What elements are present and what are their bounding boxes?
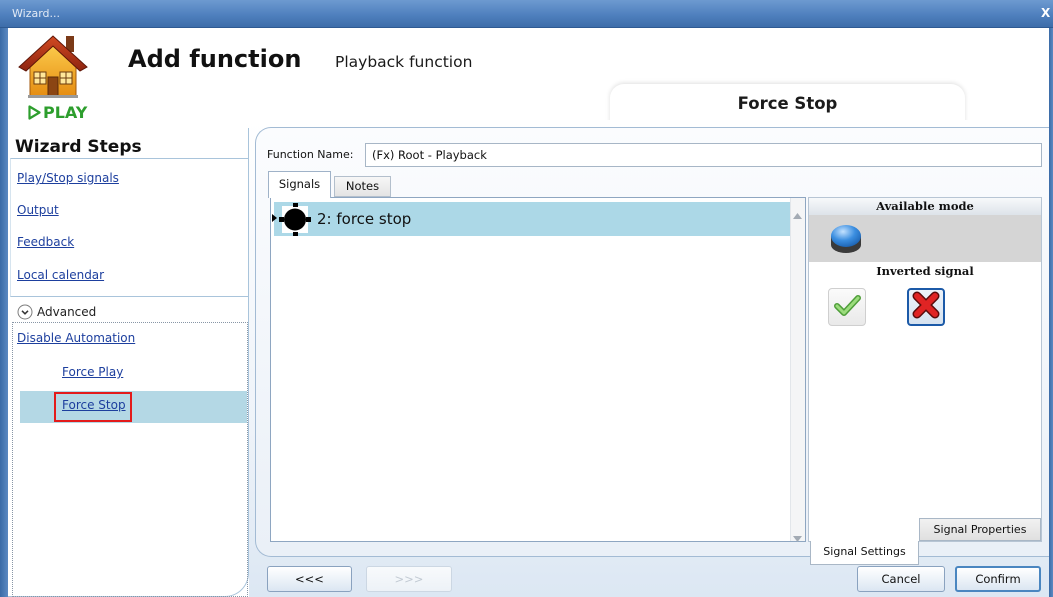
- step-link-local-calendar[interactable]: Local calendar: [17, 267, 104, 283]
- back-button[interactable]: <<<: [267, 566, 352, 592]
- page-title: Add function: [128, 45, 302, 73]
- function-name-input[interactable]: [365, 143, 1042, 167]
- step-link-disable-automation[interactable]: Disable Automation: [17, 330, 135, 346]
- signal-label: 2: force stop: [317, 210, 412, 228]
- signal-list-scrollbar[interactable]: [790, 198, 805, 541]
- scroll-up-arrow-icon[interactable]: [793, 204, 802, 219]
- cross-icon: [910, 289, 942, 325]
- tab-signal-settings[interactable]: Signal Settings: [810, 541, 919, 565]
- step-link-play-stop-signals[interactable]: Play/Stop signals: [17, 170, 119, 186]
- signal-list[interactable]: [270, 197, 806, 542]
- step-link-output[interactable]: Output: [17, 202, 59, 218]
- step-link-feedback[interactable]: Feedback: [17, 234, 74, 250]
- logo-text: PLAY: [43, 103, 88, 122]
- close-icon[interactable]: X: [1041, 6, 1050, 20]
- cancel-button[interactable]: Cancel: [857, 566, 945, 592]
- inverted-option[interactable]: [907, 288, 945, 326]
- chevron-down-circle-icon[interactable]: [17, 304, 33, 320]
- current-step-title: Force Stop: [737, 94, 838, 113]
- window-frame-right: [1049, 28, 1053, 597]
- expand-arrow-icon[interactable]: [272, 214, 277, 222]
- wizard-steps-heading: Wizard Steps: [15, 137, 142, 157]
- tab-signal-properties[interactable]: Signal Properties: [919, 518, 1041, 541]
- check-icon: [830, 288, 864, 326]
- available-mode-heading: Available mode: [809, 198, 1041, 215]
- signal-input-icon: [279, 203, 311, 236]
- scroll-down-arrow-icon[interactable]: [793, 527, 802, 542]
- advanced-steps-list: [12, 322, 248, 597]
- title-bar[interactable]: [0, 0, 1053, 28]
- inverted-signal-heading: Inverted signal: [876, 264, 974, 278]
- window-title: Wizard...: [12, 7, 61, 20]
- page-subtitle: Playback function: [335, 53, 473, 71]
- window-frame-left: [0, 28, 8, 597]
- next-button[interactable]: >>>: [366, 566, 452, 592]
- house-logo-icon: [16, 30, 90, 100]
- step-link-force-play[interactable]: Force Play: [62, 364, 123, 380]
- tab-signals[interactable]: Signals: [268, 171, 331, 198]
- not-inverted-option[interactable]: [828, 288, 866, 326]
- push-button-icon[interactable]: [829, 221, 863, 255]
- function-name-label: Function Name:: [267, 148, 354, 161]
- advanced-section-toggle[interactable]: Advanced: [37, 304, 96, 320]
- step-link-force-stop[interactable]: Force Stop: [62, 397, 126, 413]
- play-triangle-icon: [28, 105, 41, 120]
- confirm-button[interactable]: Confirm: [955, 566, 1041, 592]
- tab-notes[interactable]: Notes: [334, 176, 391, 197]
